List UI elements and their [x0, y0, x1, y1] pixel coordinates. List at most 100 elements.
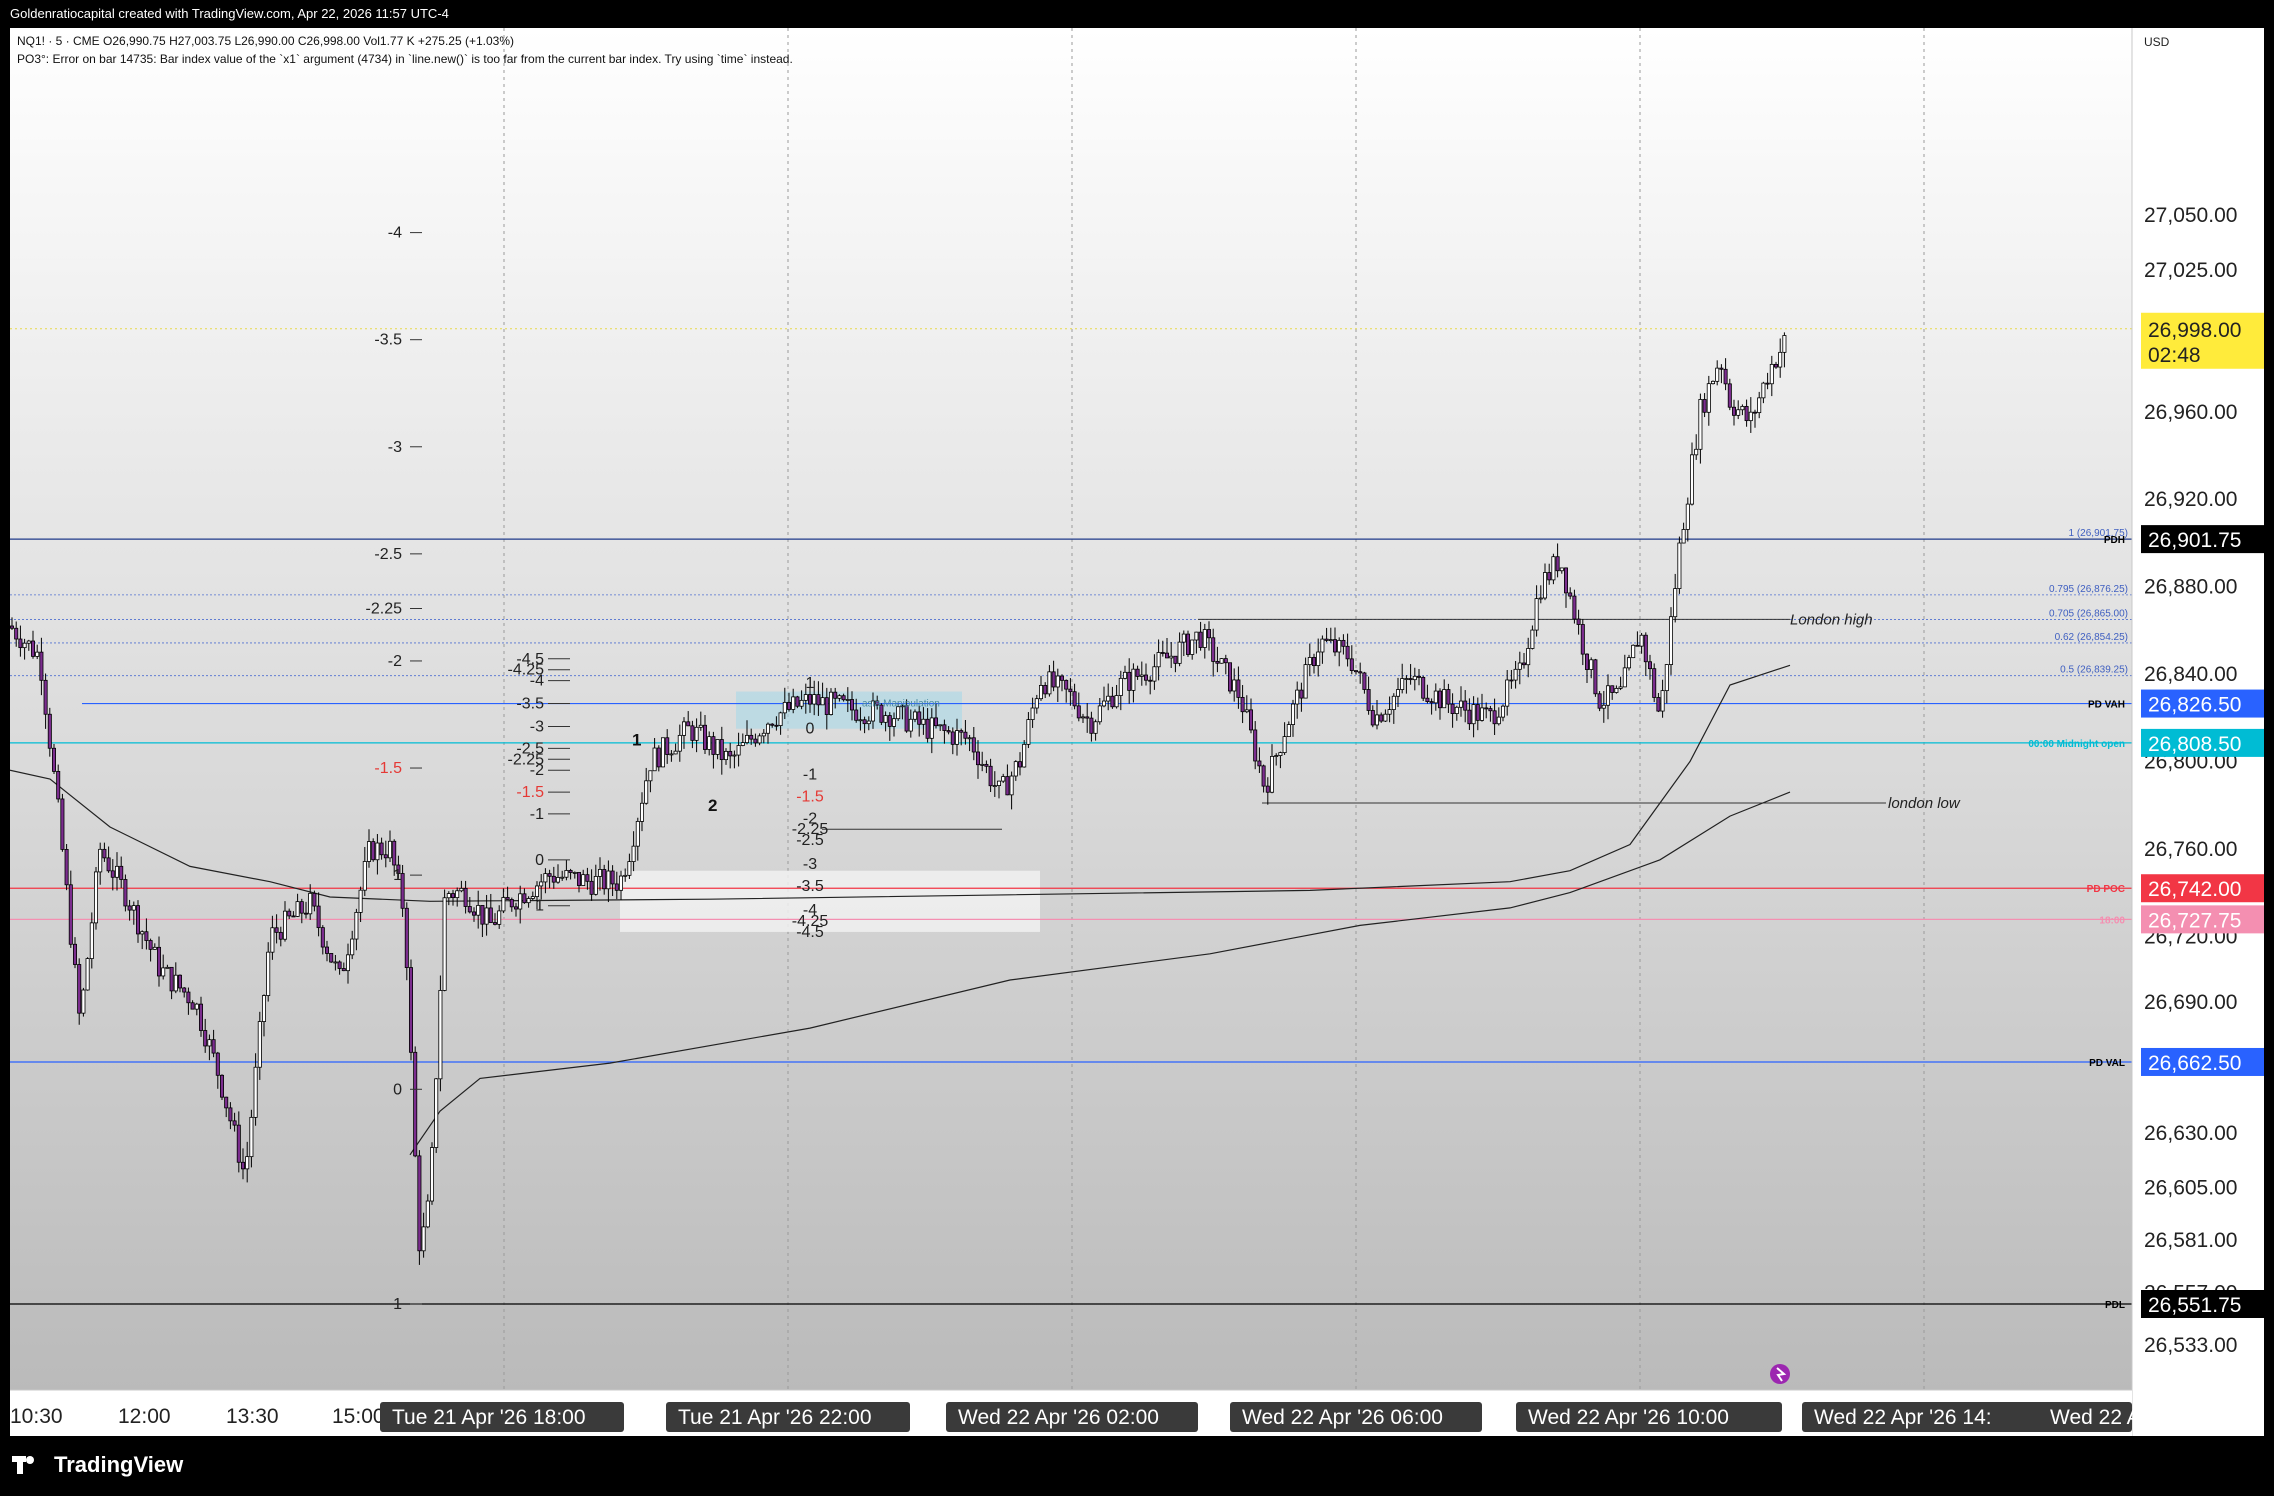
candle-body: [266, 951, 271, 996]
candle-body: [1001, 776, 1006, 782]
candle-body: [753, 738, 758, 744]
candle-body: [526, 898, 531, 904]
fib-level-label: 0.5 (26,839.25): [2060, 665, 2128, 676]
candle-body: [652, 747, 657, 772]
candle-body: [1026, 719, 1031, 745]
candle-body: [1160, 652, 1165, 654]
last-price-label: 26,998.00: [2148, 319, 2241, 342]
candle-body: [1757, 397, 1762, 414]
chart-area[interactable]: 1 (26,901.75) 0.795 (26,876.25) 0.705 (26,…: [10, 28, 2264, 1436]
candle-body: [816, 694, 821, 706]
candle-body: [904, 705, 909, 732]
candle-body: [186, 991, 191, 1004]
projection-label: -1.5: [516, 784, 544, 801]
candle-body: [740, 742, 745, 746]
price-chart[interactable]: 1 (26,901.75)0.795 (26,876.25)0.705 (26,…: [10, 28, 2264, 1436]
indicator-error: PO3°: Error on bar 14735: Bar index valu…: [17, 52, 793, 66]
asia-manipulation-label: asia Manipulation: [862, 698, 940, 709]
candle-body: [312, 892, 317, 907]
candle-body: [1253, 729, 1258, 762]
candle-body: [1534, 598, 1539, 631]
candle-body: [1769, 363, 1774, 385]
candle-body: [156, 946, 161, 977]
price-tick-label: 26,581.00: [2144, 1229, 2237, 1252]
candle-body: [921, 718, 926, 725]
candle-body: [1324, 638, 1329, 641]
candle-body: [1505, 679, 1510, 707]
candle-body: [673, 750, 678, 755]
candle-body: [694, 726, 699, 741]
candle-body: [18, 638, 23, 649]
candle-body: [1085, 716, 1090, 719]
candle-body: [39, 651, 44, 681]
candle-body: [1408, 678, 1413, 681]
candle-body: [988, 765, 993, 787]
left-scale-label: -3: [388, 439, 402, 456]
swing-label: 2: [708, 796, 717, 815]
level-tag: PDH: [2104, 535, 2125, 546]
time-session-label: Wed 22 Apr '26 14:: [1814, 1406, 1992, 1429]
candle-body: [1089, 717, 1094, 734]
price-tick-label: 26,533.00: [2144, 1334, 2237, 1357]
candle-body: [459, 887, 464, 892]
candle-body: [1232, 679, 1237, 692]
level-price-label: 26,826.50: [2148, 694, 2241, 717]
candle-body: [581, 874, 586, 886]
candle-body: [1610, 685, 1615, 693]
london-low-label: london low: [1888, 795, 1961, 812]
candle-body: [1328, 639, 1333, 642]
time-tick-label: 13:30: [226, 1405, 279, 1428]
symbol-legend: NQ1! · 5 · CME O26,990.75 H27,003.75 L26…: [17, 34, 515, 48]
candle-body: [1454, 706, 1459, 714]
candle-body: [232, 1120, 237, 1126]
candle-body: [665, 737, 670, 755]
footer: TradingView: [0, 1436, 2274, 1496]
candle-body: [1249, 709, 1254, 731]
candle-body: [253, 1066, 258, 1118]
candle-body: [1156, 652, 1161, 668]
session-projection-label: -3.5: [796, 878, 824, 895]
candle-body: [1127, 671, 1132, 691]
candle-body: [1097, 705, 1102, 723]
candle-body: [1039, 684, 1044, 700]
candle-body: [1194, 631, 1199, 641]
candle-body: [1118, 677, 1123, 696]
candle-body: [1433, 690, 1438, 704]
price-tick-label: 27,050.00: [2144, 204, 2237, 227]
candle-body: [1677, 542, 1682, 589]
candle-body: [707, 736, 712, 750]
tradingview-logo[interactable]: TradingView: [12, 1452, 183, 1478]
candle-body: [228, 1107, 233, 1122]
candle-body: [1421, 676, 1426, 699]
candle-body: [115, 865, 120, 878]
projection-label: 1: [535, 898, 544, 915]
candle-body: [543, 873, 548, 883]
candle-body: [593, 876, 598, 895]
session-projection-label: 0: [806, 721, 815, 738]
candle-body: [404, 907, 409, 968]
candle-body: [1723, 368, 1728, 385]
candle-body: [152, 946, 157, 950]
candle-body: [1303, 664, 1308, 699]
candle-body: [463, 887, 468, 907]
candle-body: [824, 697, 829, 715]
candle-body: [631, 845, 636, 862]
candle-body: [1244, 709, 1249, 713]
candle-body: [320, 927, 325, 948]
candle-body: [270, 927, 275, 953]
session-projection-label: -1: [803, 767, 817, 784]
candle-body: [341, 968, 346, 972]
candle-body: [1576, 618, 1581, 625]
candle-body: [1417, 675, 1422, 678]
price-tick-label: 27,025.00: [2144, 259, 2237, 282]
session-projection-label: -3: [803, 856, 817, 873]
candle-body: [984, 763, 989, 767]
candle-body: [219, 1074, 224, 1098]
candle-body: [1580, 624, 1585, 655]
candle-body: [215, 1052, 220, 1076]
attribution-bar: Goldenratiocapital created with TradingV…: [0, 0, 2274, 28]
candle-body: [656, 747, 661, 768]
candle-body: [1702, 399, 1707, 413]
candle-body: [1727, 383, 1732, 408]
candle-body: [1635, 644, 1640, 647]
